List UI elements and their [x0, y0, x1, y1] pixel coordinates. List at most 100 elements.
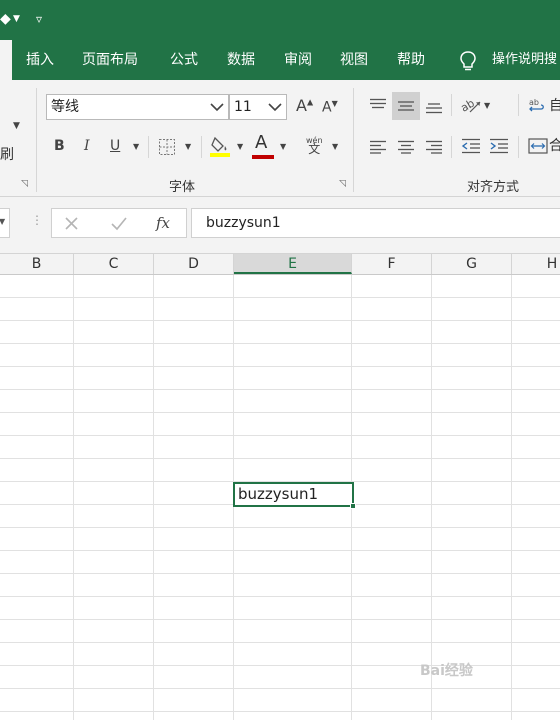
row-gridline	[0, 527, 560, 528]
formula-bar-grip-icon[interactable]: ⋮	[31, 214, 43, 226]
borders-dropdown-icon[interactable]: ▼	[185, 143, 191, 151]
phonetic-button[interactable]: wén 文	[306, 136, 323, 155]
wrap-text-icon[interactable]: ab	[528, 96, 546, 114]
tab-review[interactable]: 审阅	[284, 40, 312, 80]
tell-me-search[interactable]: 操作说明搜	[492, 40, 557, 80]
chevron-down-icon[interactable]	[208, 95, 226, 119]
separator	[518, 94, 519, 116]
quick-access-icon[interactable]: ◆	[0, 12, 11, 26]
column-header-h[interactable]: H	[512, 254, 560, 274]
separator	[353, 88, 354, 192]
bold-button[interactable]: B	[54, 139, 65, 153]
grow-font-button[interactable]: A▲	[296, 98, 313, 114]
clipboard-dropdown-icon[interactable]: ▼	[13, 122, 20, 131]
ribbon-edge	[0, 40, 12, 80]
shrink-font-button[interactable]: A▼	[322, 100, 338, 115]
row-gridline	[0, 412, 560, 413]
chevron-down-icon[interactable]	[266, 95, 284, 119]
insert-function-button[interactable]: fx	[156, 214, 170, 232]
align-right-icon[interactable]	[425, 140, 443, 154]
fill-color-icon[interactable]	[209, 134, 231, 158]
decrease-indent-icon[interactable]	[461, 138, 481, 154]
row-gridline	[0, 297, 560, 298]
tab-view[interactable]: 视图	[340, 40, 368, 80]
merge-center-label[interactable]: 合	[549, 139, 560, 153]
tab-help[interactable]: 帮助	[397, 40, 425, 80]
phonetic-bottom-label: 文	[308, 142, 321, 156]
fill-handle[interactable]	[350, 503, 356, 509]
format-painter-button[interactable]: 刷	[0, 148, 14, 162]
fill-color-dropdown-icon[interactable]: ▼	[237, 143, 243, 151]
align-left-icon[interactable]	[369, 140, 387, 154]
separator	[451, 94, 452, 116]
row-gridline	[0, 366, 560, 367]
row-gridline	[0, 389, 560, 390]
formula-input[interactable]: buzzysun1	[191, 208, 560, 238]
merge-center-icon[interactable]	[528, 138, 548, 154]
separator	[451, 136, 452, 158]
fill-color-swatch	[210, 153, 230, 157]
grow-font-label: A	[296, 96, 307, 115]
phonetic-dropdown-icon[interactable]: ▼	[332, 143, 338, 151]
font-color-dropdown-icon[interactable]: ▼	[280, 143, 286, 151]
ribbon: ▼ 刷 ◹ 等线 11 A▲ A▼ B I U ▼ ▼ ▼ A ▼ wén 文 ▼…	[0, 80, 560, 197]
italic-button[interactable]: I	[84, 139, 90, 153]
row-gridline	[0, 665, 560, 666]
column-header-g[interactable]: G	[432, 254, 512, 274]
font-color-swatch	[252, 155, 274, 159]
row-gridline	[0, 573, 560, 574]
font-group-label: 字体	[169, 180, 196, 195]
align-top-icon[interactable]	[369, 98, 387, 112]
column-headers: B C D E F G H	[0, 254, 560, 275]
column-gridline	[431, 275, 432, 720]
align-center-icon[interactable]	[397, 140, 415, 154]
column-gridline	[511, 275, 512, 720]
column-gridline	[153, 275, 154, 720]
formula-bar: ▼ ⋮ fx buzzysun1	[0, 197, 560, 254]
font-launcher-icon[interactable]: ◹	[339, 180, 346, 189]
lightbulb-icon[interactable]	[459, 50, 477, 72]
clipboard-launcher-icon[interactable]: ◹	[21, 180, 28, 189]
separator	[201, 136, 202, 158]
shrink-font-label: A	[322, 99, 332, 116]
name-box-dropdown-icon[interactable]: ▼	[0, 217, 5, 226]
align-middle-icon	[398, 101, 414, 111]
row-gridline	[0, 320, 560, 321]
separator	[36, 88, 37, 192]
wrap-text-label[interactable]: 自	[549, 99, 560, 113]
alignment-group-label: 对齐方式	[467, 180, 520, 195]
tab-formulas[interactable]: 公式	[170, 40, 198, 80]
orientation-dropdown-icon[interactable]: ▼	[484, 102, 490, 110]
column-header-e[interactable]: E	[234, 254, 352, 274]
row-gridline	[0, 550, 560, 551]
align-middle-button[interactable]	[392, 92, 420, 120]
caret-up-icon: ▲	[306, 97, 314, 107]
row-gridline	[0, 435, 560, 436]
customize-quick-access-icon[interactable]: ▿	[36, 13, 42, 25]
enter-check-icon[interactable]	[110, 216, 128, 231]
column-header-d[interactable]: D	[154, 254, 234, 274]
tab-data[interactable]: 数据	[227, 40, 255, 80]
menu-bar: 插入 页面布局 公式 数据 审阅 视图 帮助 操作说明搜	[0, 40, 560, 80]
font-name-combo[interactable]: 等线	[46, 94, 229, 120]
name-box[interactable]: ▼	[0, 208, 10, 238]
quick-access-dropdown-icon[interactable]: ▼	[13, 15, 20, 24]
column-header-f[interactable]: F	[352, 254, 432, 274]
tab-insert[interactable]: 插入	[26, 40, 54, 80]
underline-button[interactable]: U	[110, 139, 120, 153]
tab-page-layout[interactable]: 页面布局	[82, 40, 138, 80]
active-cell-e[interactable]: buzzysun1	[233, 482, 354, 507]
align-bottom-icon[interactable]	[425, 100, 443, 114]
svg-text:ab: ab	[460, 97, 477, 114]
font-size-combo[interactable]: 11	[229, 94, 287, 120]
orientation-icon[interactable]: ab	[460, 96, 482, 114]
borders-icon[interactable]	[158, 138, 176, 156]
font-size-value: 11	[234, 99, 252, 115]
column-header-c[interactable]: C	[74, 254, 154, 274]
font-color-button[interactable]: A	[255, 134, 267, 152]
underline-dropdown-icon[interactable]: ▼	[133, 143, 139, 151]
increase-indent-icon[interactable]	[489, 138, 509, 154]
column-header-b[interactable]: B	[0, 254, 74, 274]
cancel-icon[interactable]	[64, 216, 79, 231]
separator	[148, 136, 149, 158]
